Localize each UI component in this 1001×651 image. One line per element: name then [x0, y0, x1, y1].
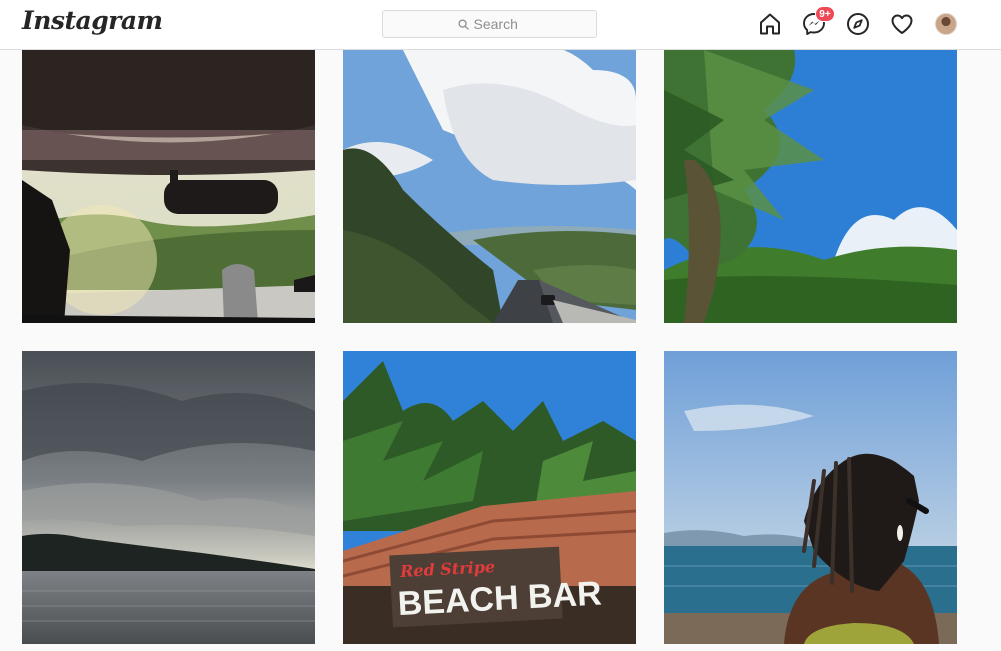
search-input[interactable] [473, 16, 522, 32]
road-landscape-photo [343, 30, 636, 323]
search-box[interactable] [382, 10, 597, 38]
woman-by-sea-photo [664, 351, 957, 644]
palm-tree-photo [664, 30, 957, 323]
beach-bar-photo: Red Stripe BEACH BAR [343, 351, 636, 644]
post-thumbnail[interactable]: Red Stripe BEACH BAR [343, 351, 636, 644]
instagram-logo[interactable]: Instagram [22, 6, 163, 35]
post-thumbnail[interactable] [664, 351, 957, 644]
post-thumbnail[interactable] [22, 30, 315, 323]
profile-avatar[interactable] [935, 13, 957, 35]
direct-messages-button[interactable]: 9+ [802, 6, 835, 36]
heart-icon [891, 14, 913, 34]
post-thumbnail[interactable] [664, 30, 957, 323]
notification-badge: 9+ [815, 6, 835, 22]
post-thumbnail[interactable] [22, 351, 315, 644]
explore-button[interactable] [846, 12, 870, 36]
activity-button[interactable] [890, 12, 914, 36]
car-interior-photo [22, 30, 315, 323]
home-icon [760, 13, 780, 35]
stormy-sea-photo [22, 351, 315, 644]
home-button[interactable] [758, 12, 782, 36]
compass-icon [847, 13, 869, 35]
top-nav-bar: Instagram 9+ [0, 0, 1001, 50]
search-icon [457, 18, 469, 30]
post-thumbnail[interactable] [343, 30, 636, 323]
